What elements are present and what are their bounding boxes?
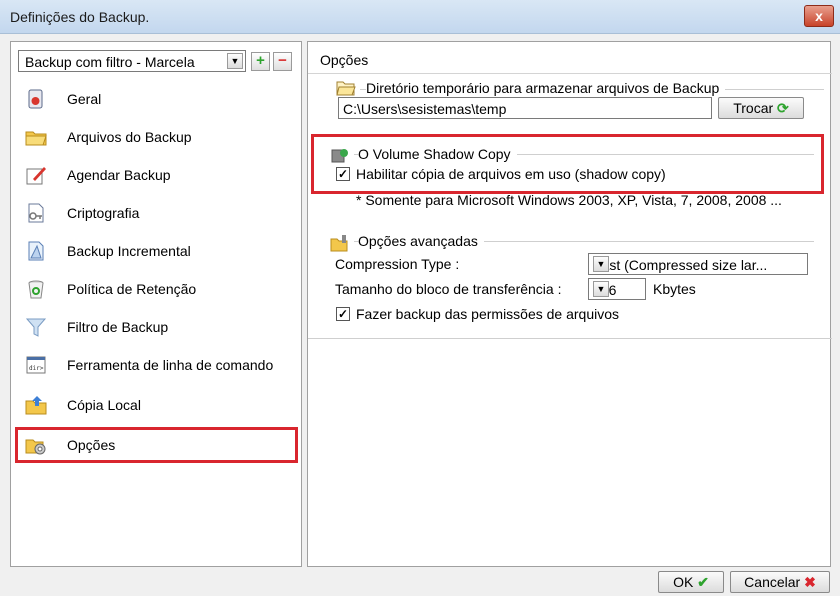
- temp-dir-value: C:\Users\sesistemas\temp: [343, 101, 507, 117]
- sidebar-item-linha-comando[interactable]: dir> Ferramenta de linha de comando: [17, 348, 297, 382]
- sidebar-item-label: Agendar Backup: [67, 167, 171, 183]
- shadow-copy-highlight: [311, 134, 824, 194]
- chevron-down-icon[interactable]: ▼: [593, 281, 609, 297]
- block-size-select[interactable]: 256 ▼: [588, 278, 646, 300]
- compression-type-label: Compression Type :: [335, 256, 460, 272]
- key-icon: [28, 203, 44, 223]
- chevron-down-icon[interactable]: ▼: [227, 53, 243, 69]
- compression-type-select[interactable]: Fast (Compressed size lar... ▼: [588, 253, 808, 275]
- backup-profile-select[interactable]: Backup com filtro - Marcela ▼: [18, 50, 246, 72]
- cancel-button[interactable]: Cancelar ✖: [730, 571, 830, 593]
- sidebar: Backup com filtro - Marcela ▼ + − Geral …: [10, 41, 302, 567]
- change-dir-button[interactable]: Trocar ⟳: [718, 97, 804, 119]
- sidebar-item-politica[interactable]: Política de Retenção: [17, 272, 297, 306]
- svg-text:dir>: dir>: [29, 365, 44, 372]
- sidebar-item-label: Geral: [67, 91, 102, 107]
- close-button[interactable]: x: [804, 5, 834, 27]
- title-bar: Definições do Backup. x: [0, 0, 840, 34]
- divider: [308, 73, 832, 74]
- sidebar-item-agendar[interactable]: Agendar Backup: [17, 158, 297, 192]
- window-title: Definições do Backup.: [10, 9, 150, 25]
- schedule-icon: [26, 167, 46, 185]
- folder-open-icon: [336, 81, 356, 96]
- block-size-label: Tamanho do bloco de transferência :: [335, 281, 562, 297]
- remove-profile-button[interactable]: −: [273, 52, 292, 71]
- sidebar-item-arquivos[interactable]: Arquivos do Backup: [17, 120, 297, 154]
- permissions-label: Fazer backup das permissões de arquivos: [356, 306, 620, 322]
- shadow-copy-note: * Somente para Microsoft Windows 2003, X…: [356, 192, 782, 208]
- command-line-icon: dir>: [26, 356, 46, 374]
- advanced-group-title: Opções avançadas: [358, 233, 484, 249]
- sidebar-item-geral[interactable]: Geral: [17, 82, 297, 116]
- selected-item-highlight: [15, 427, 298, 463]
- add-profile-button[interactable]: +: [251, 52, 270, 71]
- filter-icon: [25, 318, 47, 337]
- sidebar-item-label: Filtro de Backup: [67, 319, 169, 335]
- temp-dir-group-title: Diretório temporário para armazenar arqu…: [366, 80, 726, 96]
- sidebar-item-label: Ferramenta de linha de comando: [67, 357, 274, 373]
- general-icon: [28, 89, 43, 109]
- local-copy-icon: [25, 396, 47, 415]
- page-title: Opções: [320, 52, 369, 68]
- block-size-unit: Kbytes: [653, 281, 696, 297]
- refresh-icon: ⟳: [777, 100, 789, 116]
- sidebar-item-label: Arquivos do Backup: [67, 129, 192, 145]
- sidebar-item-label: Backup Incremental: [67, 243, 191, 259]
- ok-button[interactable]: OK ✔: [658, 571, 724, 593]
- sidebar-item-label: Cópia Local: [67, 397, 141, 413]
- permissions-checkbox[interactable]: ✓: [336, 307, 350, 321]
- sidebar-item-filtro[interactable]: Filtro de Backup: [17, 310, 297, 344]
- sidebar-item-incremental[interactable]: Backup Incremental: [17, 234, 297, 268]
- compression-type-value: Fast (Compressed size lar...: [593, 257, 768, 273]
- cancel-icon: ✖: [804, 574, 816, 590]
- sidebar-item-label: Política de Retenção: [67, 281, 197, 297]
- sidebar-item-criptografia[interactable]: Criptografia: [17, 196, 297, 230]
- options-panel: Opções Diretório temporário para armazen…: [307, 41, 832, 567]
- divider: [308, 338, 832, 339]
- advanced-options-icon: [330, 235, 348, 252]
- folder-icon: [25, 131, 47, 146]
- recycle-bin-icon: [28, 280, 44, 299]
- sidebar-item-copia-local[interactable]: Cópia Local: [17, 388, 297, 422]
- temp-dir-input[interactable]: C:\Users\sesistemas\temp: [338, 97, 712, 119]
- check-icon: ✔: [697, 574, 709, 590]
- backup-profile-value: Backup com filtro - Marcela: [25, 54, 195, 70]
- chevron-down-icon[interactable]: ▼: [593, 256, 609, 272]
- incremental-icon: [28, 241, 44, 261]
- sidebar-item-label: Criptografia: [67, 205, 140, 221]
